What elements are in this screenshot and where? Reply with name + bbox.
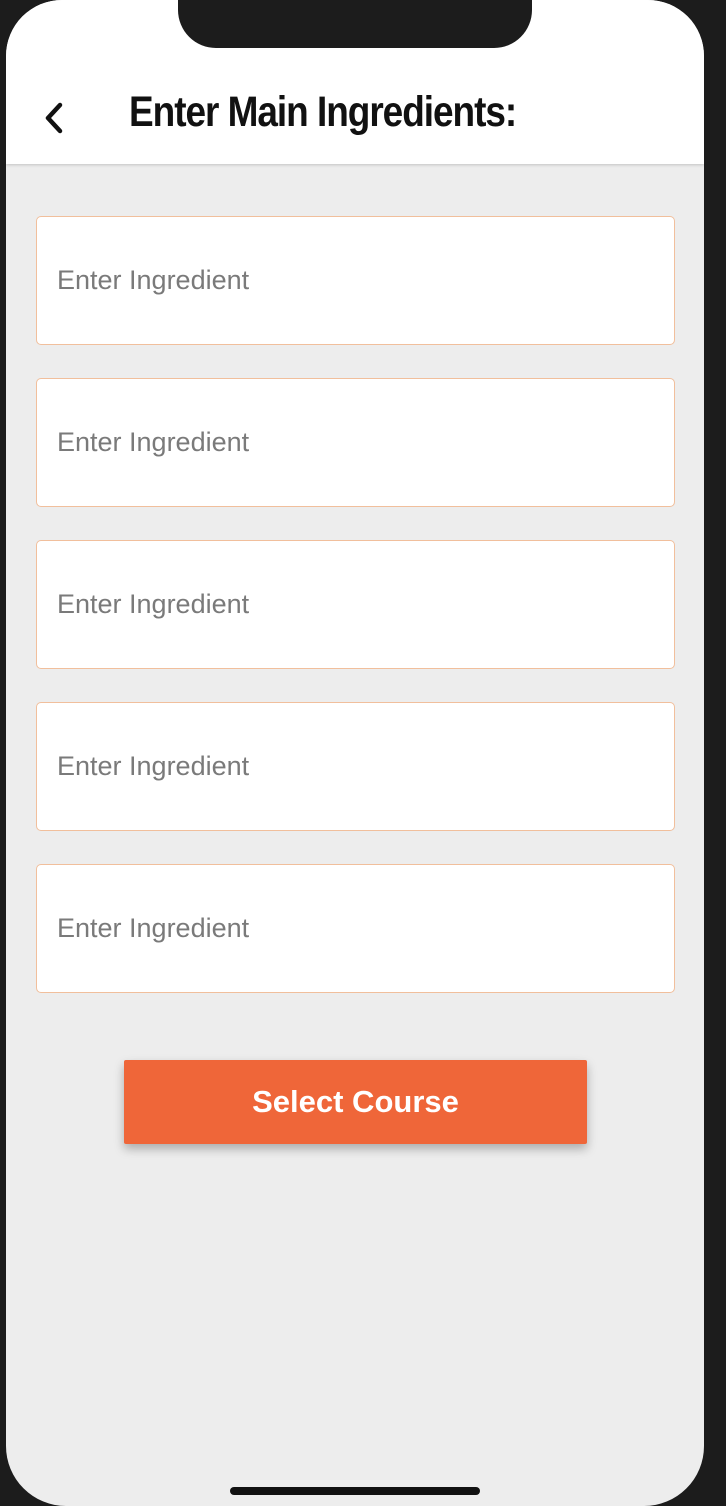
- back-button[interactable]: [32, 92, 76, 144]
- page-title: Enter Main Ingredients:: [129, 88, 517, 136]
- phone-screen: Enter Main Ingredients: Select Course: [6, 0, 704, 1506]
- ingredient-input-5[interactable]: [36, 864, 675, 993]
- ingredient-input-3[interactable]: [36, 540, 675, 669]
- ingredient-fields: [36, 216, 675, 1026]
- chevron-left-icon: [45, 102, 63, 134]
- home-indicator: [230, 1487, 480, 1495]
- device-notch: [178, 0, 532, 48]
- select-course-button[interactable]: Select Course: [124, 1060, 587, 1144]
- ingredient-input-2[interactable]: [36, 378, 675, 507]
- ingredient-input-4[interactable]: [36, 702, 675, 831]
- ingredient-input-1[interactable]: [36, 216, 675, 345]
